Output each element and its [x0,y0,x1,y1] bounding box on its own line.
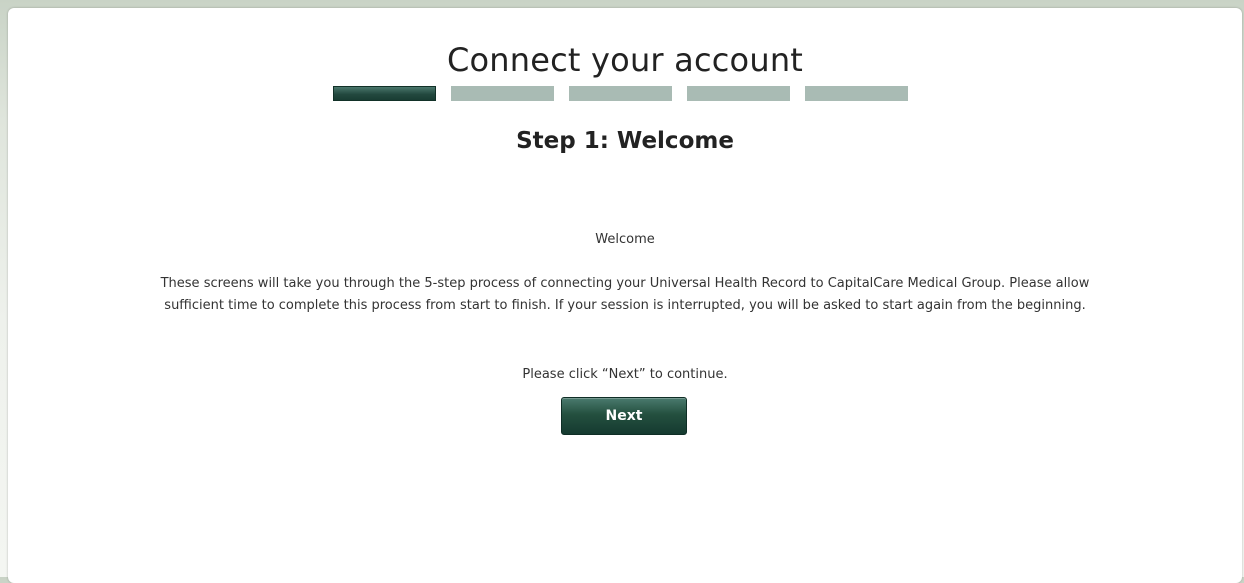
progress-segment-step-2 [451,86,554,101]
continue-prompt: Please click “Next” to continue. [522,367,728,382]
progress-segment-step-5 [805,86,908,101]
step-progress-bar [333,86,908,101]
step-title: Step 1: Welcome [516,128,734,154]
progress-segment-step-1 [333,86,436,101]
welcome-heading: Welcome [595,232,655,247]
progress-segment-step-4 [687,86,790,101]
intro-text: These screens will take you through the … [160,276,1090,313]
page-title: Connect your account [446,41,804,79]
next-button[interactable]: Next [561,397,687,435]
progress-segment-step-3 [569,86,672,101]
wizard-panel: Connect your account Step 1: Welcome Wel… [8,8,1242,583]
